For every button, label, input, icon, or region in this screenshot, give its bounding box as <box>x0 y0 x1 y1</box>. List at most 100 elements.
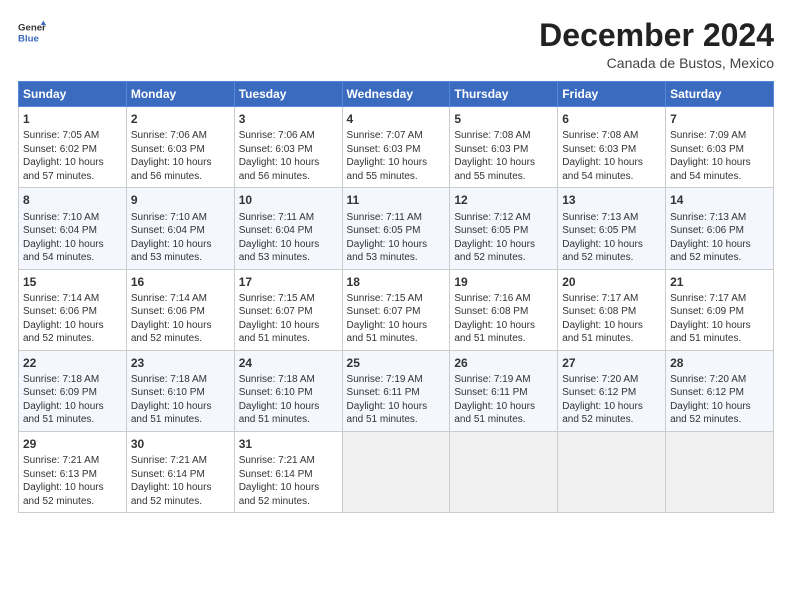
day-number: 7 <box>670 111 769 127</box>
sunrise-text: Sunrise: 7:20 AM <box>670 374 746 385</box>
day-cell-13: 13Sunrise: 7:13 AMSunset: 6:05 PMDayligh… <box>558 188 666 269</box>
daylight-text: Daylight: 10 hours and 52 minutes. <box>670 239 751 264</box>
calendar-week-row: 29 Sunrise: 7:21 AM Sunset: 6:13 PM Dayligh… <box>19 431 774 512</box>
sunrise-text: Sunrise: 7:21 AM <box>131 455 207 466</box>
sunset-text: Sunset: 6:11 PM <box>347 387 420 398</box>
sunset-text: Sunset: 6:03 PM <box>454 144 528 155</box>
calendar-week-row: 15Sunrise: 7:14 AMSunset: 6:06 PMDayligh… <box>19 269 774 350</box>
day-cell-17: 17Sunrise: 7:15 AMSunset: 6:07 PMDayligh… <box>234 269 342 350</box>
daylight-text: Daylight: 10 hours and 52 minutes. <box>670 401 751 426</box>
sunrise-text: Sunrise: 7:07 AM <box>347 130 423 141</box>
day-number: 3 <box>239 111 338 127</box>
daylight-text: Daylight: 10 hours and 52 minutes. <box>131 482 212 507</box>
day-cell-4: 4Sunrise: 7:07 AMSunset: 6:03 PMDaylight… <box>342 107 450 188</box>
sunset-text: Sunset: 6:06 PM <box>131 306 205 317</box>
sunrise-text: Sunrise: 7:08 AM <box>562 130 638 141</box>
day-number: 8 <box>23 192 122 208</box>
day-cell-10: 10Sunrise: 7:11 AMSunset: 6:04 PMDayligh… <box>234 188 342 269</box>
sunrise-text: Sunrise: 7:21 AM <box>23 455 99 466</box>
sunrise-text: Sunrise: 7:17 AM <box>670 293 746 304</box>
day-cell-29: 29Sunrise: 7:21 AMSunset: 6:13 PMDayligh… <box>19 431 127 512</box>
day-cell-28: 28Sunrise: 7:20 AMSunset: 6:12 PMDayligh… <box>666 350 774 431</box>
daylight-text: Daylight: 10 hours and 55 minutes. <box>454 157 535 182</box>
daylight-text: Daylight: 10 hours and 53 minutes. <box>239 239 320 264</box>
daylight-text: Daylight: 10 hours and 54 minutes. <box>670 157 751 182</box>
daylight-text: Daylight: 10 hours and 51 minutes. <box>562 320 643 345</box>
sunset-text: Sunset: 6:06 PM <box>23 306 97 317</box>
day-cell-14: 14Sunrise: 7:13 AMSunset: 6:06 PMDayligh… <box>666 188 774 269</box>
day-number: 29 <box>23 436 122 452</box>
day-header-thursday: Thursday <box>450 82 558 107</box>
empty-cell <box>450 431 558 512</box>
day-number: 26 <box>454 355 553 371</box>
day-number: 23 <box>131 355 230 371</box>
day-cell-31: 31Sunrise: 7:21 AMSunset: 6:14 PMDayligh… <box>234 431 342 512</box>
day-number: 1 <box>23 111 122 127</box>
sunrise-text: Sunrise: 7:19 AM <box>454 374 530 385</box>
daylight-text: Daylight: 10 hours and 53 minutes. <box>131 239 212 264</box>
day-cell-25: 25Sunrise: 7:19 AMSunset: 6:11 PMDayligh… <box>342 350 450 431</box>
sunrise-text: Sunrise: 7:17 AM <box>562 293 638 304</box>
sunset-text: Sunset: 6:08 PM <box>454 306 528 317</box>
svg-text:Blue: Blue <box>18 34 39 45</box>
daylight-text: Daylight: 10 hours and 51 minutes. <box>23 401 104 426</box>
day-header-friday: Friday <box>558 82 666 107</box>
day-number: 30 <box>131 436 230 452</box>
day-header-monday: Monday <box>126 82 234 107</box>
logo-icon: General Blue <box>18 18 46 46</box>
sunrise-text: Sunrise: 7:19 AM <box>347 374 423 385</box>
sunset-text: Sunset: 6:03 PM <box>347 144 421 155</box>
day-number: 4 <box>347 111 446 127</box>
empty-cell <box>666 431 774 512</box>
daylight-text: Daylight: 10 hours and 54 minutes. <box>23 239 104 264</box>
day-number: 25 <box>347 355 446 371</box>
day-cell-5: 5Sunrise: 7:08 AMSunset: 6:03 PMDaylight… <box>450 107 558 188</box>
daylight-text: Daylight: 10 hours and 52 minutes. <box>454 239 535 264</box>
sunset-text: Sunset: 6:05 PM <box>347 225 421 236</box>
day-number: 9 <box>131 192 230 208</box>
sunrise-text: Sunrise: 7:15 AM <box>239 293 315 304</box>
daylight-text: Daylight: 10 hours and 53 minutes. <box>347 239 428 264</box>
day-header-sunday: Sunday <box>19 82 127 107</box>
title-block: December 2024 Canada de Bustos, Mexico <box>539 18 774 71</box>
daylight-text: Daylight: 10 hours and 51 minutes. <box>239 401 320 426</box>
day-cell-26: 26 Sunrise: 7:19 AM Sunset: 6:11 PM Dayligh… <box>450 350 558 431</box>
sunset-text: Sunset: 6:13 PM <box>23 469 97 480</box>
day-cell-27: 27Sunrise: 7:20 AMSunset: 6:12 PMDayligh… <box>558 350 666 431</box>
empty-cell <box>558 431 666 512</box>
day-cell-9: 9Sunrise: 7:10 AMSunset: 6:04 PMDaylight… <box>126 188 234 269</box>
sunset-text: Sunset: 6:11 PM <box>454 387 527 398</box>
sunset-text: Sunset: 6:12 PM <box>670 387 744 398</box>
calendar-table: SundayMondayTuesdayWednesdayThursdayFrid… <box>18 81 774 513</box>
daylight-text: Daylight: 10 hours and 51 minutes. <box>347 320 428 345</box>
daylight-text: Daylight: 10 hours and 51 minutes. <box>454 401 535 426</box>
day-cell-12: 12Sunrise: 7:12 AMSunset: 6:05 PMDayligh… <box>450 188 558 269</box>
daylight-text: Daylight: 10 hours and 54 minutes. <box>562 157 643 182</box>
day-number: 24 <box>239 355 338 371</box>
sunrise-text: Sunrise: 7:09 AM <box>670 130 746 141</box>
sunrise-text: Sunrise: 7:18 AM <box>239 374 315 385</box>
day-cell-30: 30Sunrise: 7:21 AMSunset: 6:14 PMDayligh… <box>126 431 234 512</box>
day-cell-23: 23Sunrise: 7:18 AMSunset: 6:10 PMDayligh… <box>126 350 234 431</box>
sunrise-text: Sunrise: 7:11 AM <box>239 212 314 223</box>
calendar-week-row: 1Sunrise: 7:05 AMSunset: 6:02 PMDaylight… <box>19 107 774 188</box>
day-cell-15: 15Sunrise: 7:14 AMSunset: 6:06 PMDayligh… <box>19 269 127 350</box>
day-number: 12 <box>454 192 553 208</box>
sunset-text: Sunset: 6:05 PM <box>562 225 636 236</box>
sunset-text: Sunset: 6:02 PM <box>23 144 97 155</box>
daylight-text: Daylight: 10 hours and 52 minutes. <box>23 320 104 345</box>
sunrise-text: Sunrise: 7:21 AM <box>239 455 315 466</box>
sunset-text: Sunset: 6:03 PM <box>131 144 205 155</box>
sunrise-text: Sunrise: 7:08 AM <box>454 130 530 141</box>
day-header-tuesday: Tuesday <box>234 82 342 107</box>
day-number: 2 <box>131 111 230 127</box>
logo: General Blue <box>18 18 46 46</box>
daylight-text: Daylight: 10 hours and 52 minutes. <box>562 401 643 426</box>
day-cell-20: 20Sunrise: 7:17 AMSunset: 6:08 PMDayligh… <box>558 269 666 350</box>
page: General Blue December 2024 Canada de Bus… <box>0 0 792 612</box>
day-cell-2: 2Sunrise: 7:06 AMSunset: 6:03 PMDaylight… <box>126 107 234 188</box>
daylight-text: Daylight: 10 hours and 56 minutes. <box>239 157 320 182</box>
sunset-text: Sunset: 6:10 PM <box>131 387 205 398</box>
daylight-text: Daylight: 10 hours and 51 minutes. <box>454 320 535 345</box>
day-cell-8: 8Sunrise: 7:10 AMSunset: 6:04 PMDaylight… <box>19 188 127 269</box>
